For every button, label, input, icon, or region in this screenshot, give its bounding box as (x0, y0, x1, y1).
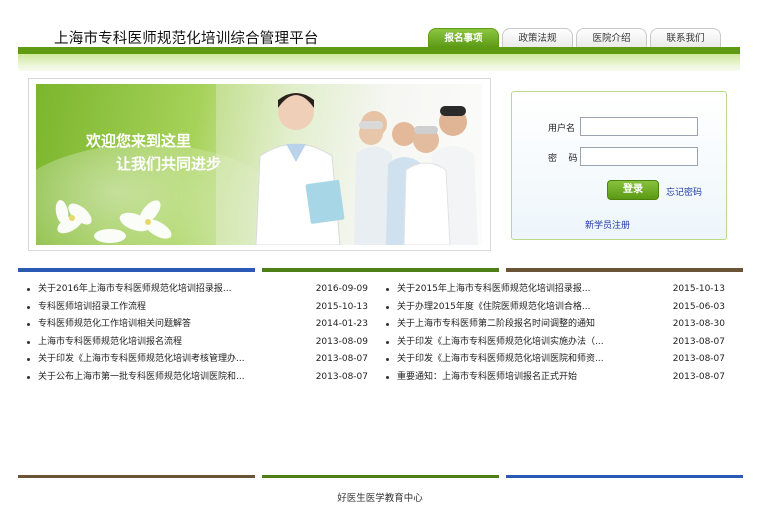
banner-line-2: 让我们共同进步 (116, 155, 222, 173)
banner-line-1: 欢迎您来到这里 (86, 132, 192, 150)
news-list-right: 关于2015年上海市专科医师规范化培训招录报... 2015-10-13 关于办理… (386, 281, 725, 387)
password-input[interactable] (580, 147, 698, 166)
footer-divider-middle (262, 475, 499, 478)
list-item[interactable]: 关于印发《上海市专科医师规范化培训医院和师资... 2013-08-07 (386, 351, 725, 369)
bullet-icon (386, 323, 389, 327)
news-title[interactable]: 专科医师规范化工作培训相关问题解答 (38, 316, 191, 334)
list-item[interactable]: 关于公布上海市第一批专科医师规范化培训医院和... 2013-08-07 (27, 369, 368, 387)
news-title[interactable]: 关于2015年上海市专科医师规范化培训招录报... (397, 281, 591, 299)
news-date: 2013-08-30 (672, 319, 725, 330)
list-item[interactable]: 重要通知：上海市专科医师培训报名正式开始 2013-08-07 (386, 369, 725, 387)
bullet-icon (27, 288, 30, 291)
list-item[interactable]: 专科医师规范化工作培训相关问题解答 2014-01-23 (27, 316, 368, 334)
bullet-icon (27, 323, 30, 327)
register-link[interactable]: 新学员注册 (585, 218, 630, 231)
bullet-icon (386, 340, 389, 344)
news-date: 2015-06-03 (672, 301, 725, 312)
password-label: 密 码 (548, 154, 578, 164)
column-divider-right (506, 268, 743, 272)
bullet-icon (27, 375, 30, 379)
list-item[interactable]: 关于2015年上海市专科医师规范化培训招录报... 2015-10-13 (386, 281, 725, 299)
welcome-banner: 欢迎您来到这里 让我们共同进步 (36, 84, 482, 245)
news-title[interactable]: 关于上海市专科医师第二阶段报名时间调整的通知 (397, 316, 595, 334)
news-date: 2015-10-13 (672, 284, 725, 294)
list-item[interactable]: 关于印发《上海市专科医师规范化培训考核管理办... 2013-08-07 (27, 351, 368, 369)
news-title[interactable]: 关于印发《上海市专科医师规范化培训实施办法（... (397, 334, 604, 352)
column-divider-middle (262, 268, 499, 272)
flowers-image (55, 200, 172, 243)
bullet-icon (386, 305, 389, 309)
news-title[interactable]: 上海市专科医师规范化培训报名流程 (38, 334, 182, 352)
bullet-icon (27, 358, 30, 362)
tab-hospitals[interactable]: 医院介绍 (576, 28, 647, 48)
tab-policies[interactable]: 政策法规 (502, 28, 573, 48)
bullet-icon (27, 305, 30, 309)
news-title[interactable]: 专科医师培训招录工作流程 (38, 299, 146, 317)
news-title[interactable]: 关于印发《上海市专科医师规范化培训考核管理办... (38, 351, 245, 369)
column-divider-left (18, 268, 255, 272)
list-item[interactable]: 关于上海市专科医师第二阶段报名时间调整的通知 2013-08-30 (386, 316, 725, 334)
username-input[interactable] (580, 117, 698, 136)
tab-registration[interactable]: 报名事项 (428, 28, 499, 48)
news-title[interactable]: 关于公布上海市第一批专科医师规范化培训医院和... (38, 369, 245, 387)
main-nav: 报名事项 政策法规 医院介绍 联系我们 (428, 28, 721, 48)
header-band (18, 54, 740, 71)
header-bar (18, 47, 740, 54)
news-title[interactable]: 重要通知：上海市专科医师培训报名正式开始 (397, 369, 577, 387)
site-title: 上海市专科医师规范化培训综合管理平台 (54, 31, 319, 47)
tab-contact[interactable]: 联系我们 (650, 28, 721, 48)
news-date: 2013-08-09 (315, 336, 368, 347)
news-date: 2016-09-09 (315, 284, 368, 294)
login-panel: 用户名 密 码 登录 忘记密码 新学员注册 (511, 91, 727, 240)
bullet-icon (27, 340, 30, 344)
bullet-icon (386, 288, 389, 291)
bullet-icon (386, 358, 389, 362)
login-button[interactable]: 登录 (607, 180, 659, 200)
news-date: 2013-08-07 (672, 354, 725, 365)
news-date: 2013-08-07 (672, 371, 725, 382)
list-item[interactable]: 关于2016年上海市专科医师规范化培训招录报... 2016-09-09 (27, 281, 368, 299)
footer-divider-left (18, 475, 255, 478)
news-date: 2013-08-07 (315, 354, 368, 365)
footer-text: 好医生医学教育中心 (337, 493, 423, 504)
news-date: 2013-08-07 (315, 371, 368, 382)
list-item[interactable]: 上海市专科医师规范化培训报名流程 2013-08-09 (27, 334, 368, 352)
news-date: 2013-08-07 (672, 336, 725, 347)
list-item[interactable]: 关于办理2015年度《住院医师规范化培训合格... 2015-06-03 (386, 299, 725, 317)
news-date: 2015-10-13 (315, 301, 368, 312)
bullet-icon (386, 375, 389, 379)
list-item[interactable]: 关于印发《上海市专科医师规范化培训实施办法（... 2013-08-07 (386, 334, 725, 352)
footer-divider-right (506, 475, 743, 478)
forgot-password-link[interactable]: 忘记密码 (666, 185, 702, 198)
username-label: 用户名 (548, 124, 576, 134)
news-date: 2014-01-23 (315, 319, 368, 330)
news-list-left: 关于2016年上海市专科医师规范化培训招录报... 2016-09-09 专科医师… (27, 281, 368, 387)
news-title[interactable]: 关于2016年上海市专科医师规范化培训招录报... (38, 281, 232, 299)
list-item[interactable]: 专科医师培训招录工作流程 2015-10-13 (27, 299, 368, 317)
news-title[interactable]: 关于印发《上海市专科医师规范化培训医院和师资... (397, 351, 604, 369)
doctors-image (216, 84, 482, 245)
news-title[interactable]: 关于办理2015年度《住院医师规范化培训合格... (397, 299, 591, 317)
